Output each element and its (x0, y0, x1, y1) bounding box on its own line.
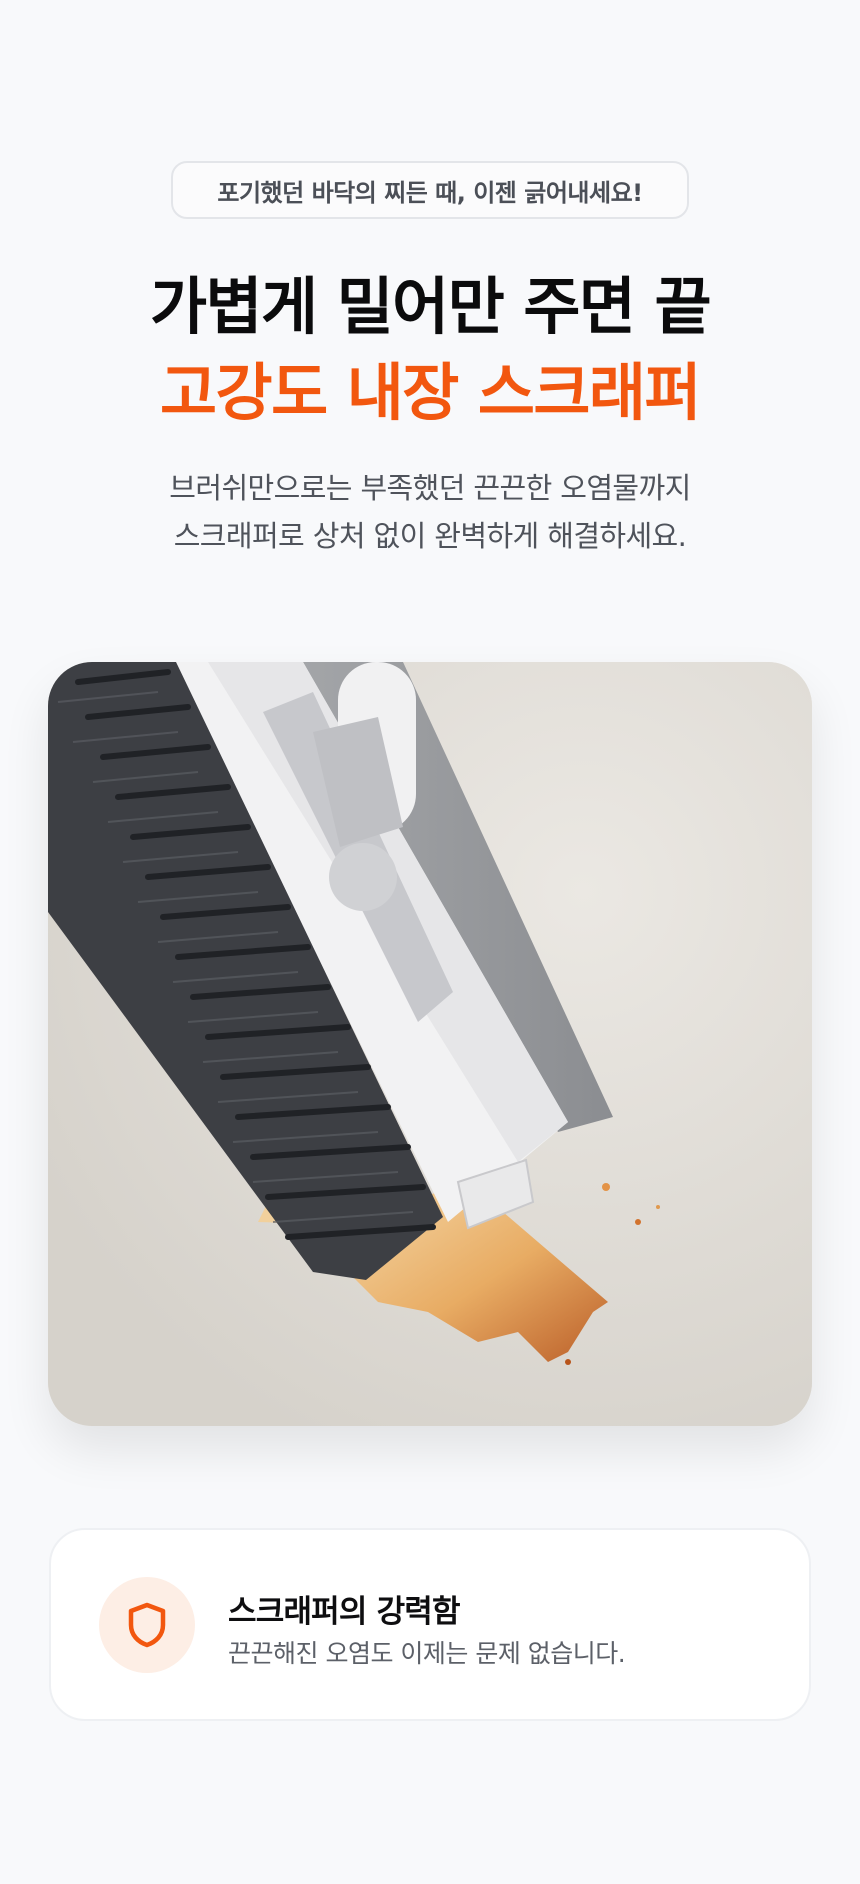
shield-icon (99, 1577, 195, 1673)
feature-title: 스크래퍼의 강력함 (228, 1594, 461, 1630)
broom-scraper-illustration (48, 662, 812, 1426)
badge-text: 포기했던 바닥의 찌든 때, 이젠 긁어내세요! (217, 178, 643, 207)
feature-card: 스크래퍼의 강력함 끈끈해진 오염도 이제는 문제 없습니다. (49, 1528, 811, 1721)
product-photo (48, 662, 812, 1426)
headline-badge: 포기했던 바닥의 찌든 때, 이젠 긁어내세요! (171, 161, 689, 219)
feature-description: 끈끈해진 오염도 이제는 문제 없습니다. (228, 1639, 626, 1668)
description-line-2: 스크래퍼로 상처 없이 완벽하게 해결하세요. (173, 519, 687, 553)
headline-line-2: 고강도 내장 스크래퍼 (159, 356, 702, 429)
description-line-1: 브러쉬만으로는 부족했던 끈끈한 오염물까지 (169, 471, 691, 505)
headline-line-1: 가볍게 밀어만 주면 끝 (149, 270, 712, 343)
